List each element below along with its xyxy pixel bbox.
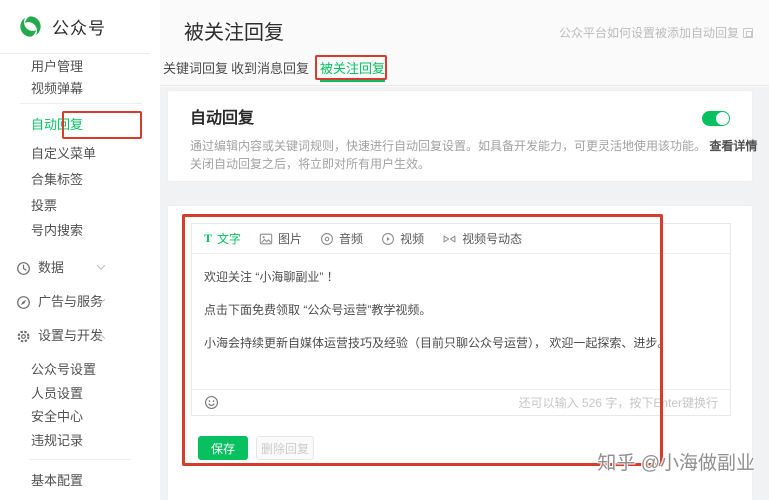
editor-tab-label: 图片 xyxy=(278,230,302,247)
tab-message-reply[interactable]: 收到消息回复 xyxy=(231,60,309,82)
reply-line: 欢迎关注 “小海聊副业” ！ xyxy=(204,270,718,285)
sidebar-item-user-management[interactable]: 用户管理 xyxy=(31,57,83,77)
sidebar-item-custom-menu[interactable]: 自定义菜单 xyxy=(31,144,96,164)
reply-line: 点击下面免费领取 “公众号运营”教学视频。 xyxy=(204,303,718,318)
sidebar-item-collection-tags[interactable]: 合集标签 xyxy=(31,170,83,190)
image-icon xyxy=(259,232,273,246)
sidebar-group-ads-services[interactable]: 广告与服务 xyxy=(16,292,103,312)
text-icon: T xyxy=(204,231,212,246)
sidebar-divider xyxy=(30,459,130,460)
video-play-icon xyxy=(381,232,395,246)
editor-footer: 还可以输入 526 字，按下Enter键换行 xyxy=(192,389,730,415)
editor-tab-channels-post[interactable]: 视频号动态 xyxy=(442,230,522,247)
sidebar: 公众号 用户管理 视频弹幕 自动回复 自定义菜单 合集标签 投票 号内搜索 数据… xyxy=(0,0,160,500)
emoji-icon[interactable] xyxy=(204,395,219,410)
corner-note: 公众平台如何设置被添加自动回复 xyxy=(559,24,753,41)
sidebar-group-label: 广告与服务 xyxy=(38,292,103,312)
editor-tab-audio[interactable]: 音频 xyxy=(320,230,363,247)
editor-toolbar: T 文字 图片 音频 xyxy=(192,224,730,254)
audio-icon xyxy=(320,232,334,246)
reply-text-area[interactable]: 欢迎关注 “小海聊副业” ！ 点击下面免费领取 “公众号运营”教学视频。 小海会… xyxy=(192,254,730,391)
editor-tab-text[interactable]: T 文字 xyxy=(204,230,241,247)
tab-followed-reply[interactable]: 被关注回复 xyxy=(320,60,385,82)
external-doc-icon xyxy=(743,28,753,38)
zhihu-watermark: 知乎 @小海做副业 xyxy=(597,448,755,475)
auto-reply-subnote: 关闭自动回复之后，将立即对所有用户生效。 xyxy=(190,155,430,172)
editor-tab-label: 文字 xyxy=(217,230,241,247)
auto-reply-card: 自动回复 通过编辑内容或关键词规则，快速进行自动回复设置。如具备开发能力，可更灵… xyxy=(167,90,753,182)
sidebar-group-data[interactable]: 数据 xyxy=(16,258,64,278)
editor-tab-image[interactable]: 图片 xyxy=(259,230,302,247)
reply-editor: T 文字 图片 音频 xyxy=(191,223,731,416)
view-details-link[interactable]: 查看详情 xyxy=(709,139,757,153)
channels-infinity-icon xyxy=(442,232,457,246)
sidebar-item-violation-records[interactable]: 违规记录 xyxy=(31,431,83,451)
logo[interactable]: 公众号 xyxy=(18,14,106,39)
sidebar-group-label: 数据 xyxy=(38,258,64,278)
page-title: 被关注回复 xyxy=(184,16,284,45)
sidebar-group-label: 设置与开发 xyxy=(38,326,103,346)
char-count-hint: 还可以输入 526 字，按下Enter键换行 xyxy=(519,394,718,411)
sidebar-divider xyxy=(20,103,142,104)
delete-reply-button[interactable]: 删除回复 xyxy=(256,436,314,460)
chevron-down-icon xyxy=(97,261,105,269)
auto-reply-description: 通过编辑内容或关键词规则，快速进行自动回复设置。如具备开发能力，可更灵活地使用该… xyxy=(190,137,757,154)
save-button[interactable]: 保存 xyxy=(198,436,248,460)
logo-label: 公众号 xyxy=(52,14,106,39)
auto-reply-description-text: 通过编辑内容或关键词规则，快速进行自动回复设置。如具备开发能力，可更灵活地使用该… xyxy=(190,139,706,153)
sidebar-item-staff-settings[interactable]: 人员设置 xyxy=(31,384,83,404)
auto-reply-toggle[interactable] xyxy=(702,111,730,126)
wechat-official-account-admin: 公众号 用户管理 视频弹幕 自动回复 自定义菜单 合集标签 投票 号内搜索 数据… xyxy=(0,0,769,500)
sidebar-item-security-center[interactable]: 安全中心 xyxy=(31,407,83,427)
auto-reply-title: 自动回复 xyxy=(190,104,254,128)
editor-tab-video[interactable]: 视频 xyxy=(381,230,424,247)
editor-tab-label: 视频号动态 xyxy=(462,230,522,247)
corner-note-text: 公众平台如何设置被添加自动回复 xyxy=(559,24,739,41)
tab-keyword-reply[interactable]: 关键词回复 xyxy=(163,60,228,82)
gear-icon xyxy=(16,329,31,344)
editor-tab-label: 音频 xyxy=(339,230,363,247)
clock-icon xyxy=(16,261,31,276)
sidebar-item-vote[interactable]: 投票 xyxy=(31,196,57,216)
official-account-logo-icon xyxy=(18,14,43,39)
sidebar-divider xyxy=(0,53,150,54)
sidebar-item-auto-reply[interactable]: 自动回复 xyxy=(31,115,83,135)
editor-tab-label: 视频 xyxy=(400,230,424,247)
sidebar-item-video-danmu[interactable]: 视频弹幕 xyxy=(31,79,83,99)
sidebar-item-account-settings[interactable]: 公众号设置 xyxy=(31,360,96,380)
toggle-knob xyxy=(716,112,729,125)
compass-icon xyxy=(16,295,31,310)
sidebar-group-settings-dev[interactable]: 设置与开发 xyxy=(16,326,103,346)
reply-line: 小海会持续更新自媒体运营技巧及经验（目前只聊公众号运营）， 欢迎一起探索、进步。 xyxy=(204,336,718,351)
sidebar-item-in-account-search[interactable]: 号内搜索 xyxy=(31,221,83,241)
sidebar-item-basic-config[interactable]: 基本配置 xyxy=(31,471,83,491)
